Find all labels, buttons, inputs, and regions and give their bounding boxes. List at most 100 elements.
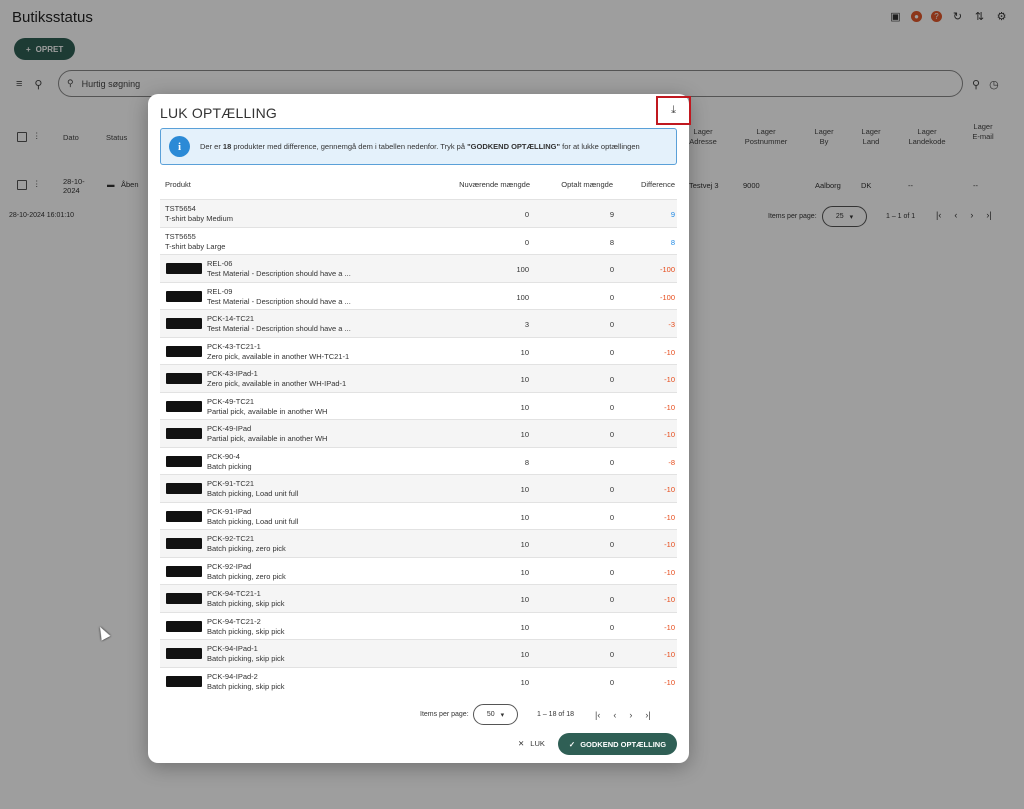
current-qty: 8	[524, 457, 529, 467]
product-thumbnail	[166, 263, 202, 274]
items-per-page-label: Items per page:	[420, 711, 469, 718]
items-per-page-select[interactable]: 50 ▾	[473, 704, 518, 725]
godkend-label: GODKEND OPTÆLLING	[580, 739, 667, 749]
product-description: Batch picking, skip pick	[207, 681, 285, 691]
table-row[interactable]: PCK-43-TC21-1 Zero pick, available in ano…	[160, 336, 677, 365]
product-sku: PCK-49-IPad	[207, 424, 252, 433]
product-thumbnail	[166, 648, 202, 659]
table-row[interactable]: PCK-94-IPad-2 Batch picking, skip pick 10 0…	[160, 666, 677, 695]
difference-value: 8	[670, 237, 675, 247]
dialog-title: LUK OPTÆLLING	[160, 105, 277, 121]
download-button[interactable]: ⤓	[656, 96, 691, 125]
info-text: Der er 18 produkter med difference, genn…	[200, 142, 640, 151]
table-row[interactable]: PCK-49-IPad Partial pick, available in an…	[160, 419, 677, 447]
table-row[interactable]: PCK-94-TC21-2 Batch picking, skip pick 10 0…	[160, 611, 677, 640]
table-row[interactable]: PCK-14-TC21 Test Material - Description s…	[160, 309, 677, 337]
product-sku: PCK-94-IPad-1	[207, 644, 258, 653]
difference-value: -100	[659, 265, 675, 274]
table-row[interactable]: PCK-94-IPad-1 Batch picking, skip pick 10 0…	[160, 639, 677, 667]
counted-qty: 0	[609, 677, 614, 687]
current-qty: 10	[520, 622, 529, 632]
first-page-icon[interactable]: |‹	[595, 710, 600, 720]
product-sku: PCK-94-IPad-2	[207, 671, 258, 681]
counted-qty: 0	[609, 320, 614, 329]
table-row[interactable]: PCK-91-IPad Batch picking, Load unit full…	[160, 501, 677, 530]
product-thumbnail	[166, 675, 202, 687]
col-produkt: Produkt	[165, 180, 191, 189]
product-description: Test Material - Description should have …	[207, 269, 351, 278]
difference-value: -10	[664, 402, 675, 412]
current-qty: 100	[516, 265, 529, 274]
product-thumbnail	[166, 510, 202, 522]
current-qty: 0	[524, 210, 529, 219]
table-row[interactable]: TST5654 T-shirt baby Medium 0 9 9	[160, 199, 677, 227]
product-sku: PCK-91-TC21	[207, 479, 255, 488]
counted-qty: 0	[609, 622, 614, 632]
current-qty: 10	[520, 375, 529, 384]
current-qty: 10	[520, 430, 529, 439]
counted-qty: 0	[609, 512, 614, 522]
counted-qty: 0	[609, 375, 614, 384]
prev-page-icon[interactable]: ‹	[613, 710, 616, 720]
product-description: Test Material - Description should have …	[207, 324, 351, 333]
product-sku: REL-06	[207, 259, 233, 268]
counted-qty: 0	[609, 540, 614, 549]
table-row[interactable]: PCK-94-TC21-1 Batch picking, skip pick 10 0…	[160, 584, 677, 612]
product-sku: PCK-14-TC21	[207, 314, 255, 323]
product-description: Partial pick, available in another WH	[207, 406, 328, 416]
product-sku: REL-09	[207, 286, 233, 296]
product-description: Zero pick, available in another WH-TC21-…	[207, 351, 350, 361]
product-thumbnail	[166, 428, 202, 439]
product-description: Batch picking, Load unit full	[207, 489, 299, 498]
product-thumbnail	[166, 318, 202, 329]
luk-optaelling-dialog: LUK OPTÆLLING ⤓ i Der er 18 produkter me…	[148, 94, 691, 763]
luk-label: LUK	[530, 739, 545, 748]
counted-qty: 0	[609, 567, 614, 577]
difference-value: -10	[664, 622, 675, 632]
counted-qty: 0	[609, 650, 614, 659]
col-nuvaerende: Nuværende mængde	[459, 180, 530, 189]
difference-value: -10	[664, 540, 675, 549]
difference-value: -10	[664, 485, 675, 494]
product-sku: PCK-94-TC21-2	[207, 616, 261, 626]
table-row[interactable]: PCK-90-4 Batch picking 8 0 -8	[160, 446, 677, 475]
product-thumbnail	[166, 455, 202, 467]
page-range: 1 – 18 of 18	[537, 711, 574, 718]
difference-value: -10	[664, 650, 675, 659]
counted-qty: 0	[609, 457, 614, 467]
table-row[interactable]: PCK-91-TC21 Batch picking, Load unit full…	[160, 474, 677, 502]
current-qty: 10	[520, 402, 529, 412]
luk-button[interactable]: ✕ LUK	[518, 739, 545, 748]
difference-value: -10	[664, 512, 675, 522]
difference-value: -10	[664, 677, 675, 687]
table-row[interactable]: PCK-49-TC21 Partial pick, available in an…	[160, 391, 677, 420]
pager: |‹ ‹ › ›|	[595, 710, 651, 720]
check-icon: ✓	[568, 739, 576, 749]
counted-qty: 0	[609, 265, 614, 274]
current-qty: 10	[520, 485, 529, 494]
godkend-button[interactable]: ✓ GODKEND OPTÆLLING	[558, 733, 677, 755]
table-row[interactable]: PCK-92-TC21 Batch picking, zero pick 10 0 -1…	[160, 529, 677, 557]
product-sku: PCK-91-IPad	[207, 506, 252, 516]
table-row[interactable]: PCK-43-IPad-1 Zero pick, available in ano…	[160, 364, 677, 392]
product-description: Batch picking, skip pick	[207, 599, 285, 608]
info-banner: i Der er 18 produkter med difference, ge…	[160, 128, 677, 165]
last-page-icon[interactable]: ›|	[645, 710, 650, 720]
product-description: Zero pick, available in another WH-IPad-…	[207, 379, 347, 388]
table-row[interactable]: TST5655 T-shirt baby Large 0 8 8	[160, 226, 677, 255]
table-row[interactable]: REL-09 Test Material - Description should…	[160, 281, 677, 310]
product-thumbnail	[166, 290, 202, 302]
next-page-icon[interactable]: ›	[629, 710, 632, 720]
current-qty: 10	[520, 512, 529, 522]
table-row[interactable]: PCK-92-IPad Batch picking, zero pick 10 0 -1…	[160, 556, 677, 585]
product-thumbnail	[166, 593, 202, 604]
info-icon: i	[169, 136, 190, 157]
difference-value: -8	[668, 457, 675, 467]
current-qty: 10	[520, 540, 529, 549]
download-icon: ⤓	[671, 104, 676, 116]
current-qty: 0	[524, 237, 529, 247]
product-thumbnail	[166, 345, 202, 357]
col-optalt: Optalt mængde	[561, 180, 613, 189]
table-row[interactable]: REL-06 Test Material - Description should…	[160, 254, 677, 282]
items-per-page-value: 50	[486, 711, 495, 718]
